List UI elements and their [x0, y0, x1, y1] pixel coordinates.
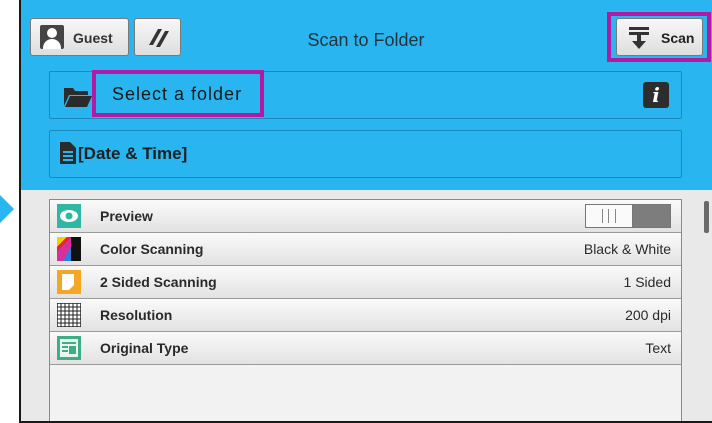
original-type-label: Original Type: [100, 340, 189, 356]
guest-label: Guest: [73, 30, 113, 46]
scrollbar[interactable]: [704, 201, 709, 233]
scan-button[interactable]: Scan: [616, 18, 703, 56]
preview-toggle[interactable]: [585, 204, 671, 228]
color-scanning-label: Color Scanning: [100, 241, 204, 257]
user-avatar-icon: [40, 25, 64, 49]
color-scanning-icon: [57, 237, 81, 261]
info-icon[interactable]: i: [643, 82, 669, 108]
file-name-button[interactable]: [Date & Time]: [49, 130, 682, 178]
resolution-value: 200 dpi: [625, 307, 671, 323]
toggle-knob: [586, 205, 633, 227]
two-sided-icon: [57, 270, 81, 294]
side-pointer-arrow: [0, 195, 14, 223]
screen-frame: Guest Scan to Folder Scan Select a folde…: [19, 0, 712, 423]
scan-label: Scan: [661, 30, 695, 46]
list-item-color-scanning[interactable]: Color Scanning Black & White: [50, 233, 681, 266]
color-scanning-value: Black & White: [583, 241, 671, 257]
list-item-2-sided-scanning[interactable]: 2 Sided Scanning 1 Sided: [50, 266, 681, 299]
preview-label: Preview: [100, 208, 153, 224]
folder-open-icon: [64, 88, 92, 107]
tools-button[interactable]: [134, 18, 181, 56]
file-name-label: [Date & Time]: [78, 144, 188, 163]
original-type-value: Text: [645, 340, 671, 356]
select-folder-button[interactable]: Select a folder i: [49, 71, 682, 119]
select-folder-label: Select a folder: [112, 84, 243, 104]
list-item-resolution[interactable]: Resolution 200 dpi: [50, 299, 681, 332]
document-icon: [60, 142, 76, 164]
eye-icon: [57, 204, 81, 228]
settings-list: Preview Color Scanning Black & White 2 S…: [49, 199, 682, 421]
guest-button[interactable]: Guest: [30, 18, 129, 56]
grid-icon: [57, 303, 81, 327]
list-item-preview[interactable]: Preview: [50, 200, 681, 233]
original-type-icon: [57, 336, 81, 360]
2-sided-scanning-value: 1 Sided: [623, 274, 671, 290]
top-bar: Guest Scan to Folder Scan: [21, 0, 712, 62]
resolution-label: Resolution: [100, 307, 173, 323]
page-title: Scan to Folder: [307, 30, 425, 50]
header-panel: Guest Scan to Folder Scan Select a folde…: [21, 0, 712, 190]
list-item-original-type[interactable]: Original Type Text: [50, 332, 681, 365]
2-sided-scanning-label: 2 Sided Scanning: [100, 274, 217, 290]
double-slash-icon: [149, 29, 169, 47]
scan-icon: [629, 27, 649, 49]
